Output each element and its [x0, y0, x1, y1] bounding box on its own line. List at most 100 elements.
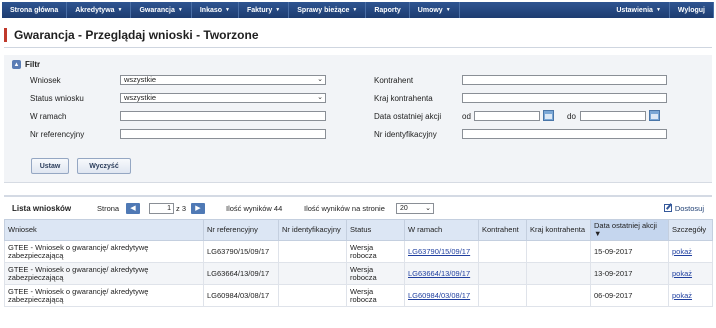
per-page-select[interactable]: 20 ⌄ — [396, 202, 434, 214]
caret-down-icon: ▼ — [655, 7, 661, 13]
kontrahent-input[interactable] — [462, 75, 667, 85]
nr-ident-input[interactable] — [462, 129, 667, 139]
nav-item-sprawy-biezace[interactable]: Sprawy bieżące ▼ — [289, 2, 367, 18]
nav-item-label: Ustawienia — [616, 6, 653, 14]
cell-status: Wersja robocza — [346, 284, 405, 307]
status-select[interactable]: wszystkie ⌄ — [120, 93, 326, 103]
column-header: Status — [346, 219, 405, 241]
status-value: wszystkie — [124, 93, 157, 102]
nr-ref-input[interactable] — [120, 129, 326, 139]
w-ramach-link[interactable]: LG63790/15/09/17 — [408, 247, 470, 256]
column-header: W ramach — [404, 219, 479, 241]
nav-item-label: Akredytywa — [75, 6, 115, 14]
next-page-icon[interactable]: ▶ — [191, 202, 205, 214]
nav-item-gwarancja[interactable]: Gwarancja ▼ — [131, 2, 192, 18]
nav-item-label: Raporty — [374, 6, 401, 14]
adjust-columns-button[interactable]: Dostosuj — [663, 204, 704, 213]
per-page-value: 20 — [400, 204, 408, 212]
table-body: GTEE - Wniosek o gwarancję/ akredytywę z… — [4, 240, 713, 307]
nr-ident-label: Nr identyfikacyjny — [374, 130, 437, 139]
caret-down-icon: ▼ — [445, 7, 451, 13]
date-from-label: od — [462, 112, 471, 121]
nav-item-umowy[interactable]: Umowy ▼ — [410, 2, 460, 18]
edit-icon — [663, 204, 672, 212]
column-header: Nr identyfikacyjny — [278, 219, 347, 241]
nav-item-label: Strona główna — [10, 6, 59, 14]
cell-kraj — [526, 284, 591, 307]
cell-szczegoly: pokaż — [668, 262, 713, 285]
wniosek-select[interactable]: wszystkie ⌄ — [120, 75, 326, 85]
table-row: GTEE - Wniosek o gwarancję/ akredytywę z… — [4, 262, 713, 285]
filter-header: ▲ Filtr — [4, 55, 712, 74]
cell-data: 13-09-2017 — [590, 262, 669, 285]
caret-down-icon: ▼ — [225, 7, 230, 13]
results-table: Wniosek Nr referencyjny Nr identyfikacyjny… — [4, 219, 713, 307]
caret-down-icon: ▼ — [275, 7, 281, 13]
nav-item-strona-glowna[interactable]: Strona główna — [2, 2, 68, 18]
details-link[interactable]: pokaż — [672, 247, 692, 256]
top-navigation: Strona główna Akredytywa ▼ Gwarancja ▼ Inkaso… — [2, 2, 714, 18]
prev-page-icon[interactable]: ◀ — [126, 202, 140, 214]
collapse-up-icon[interactable]: ▲ — [12, 60, 21, 69]
nav-item-inkaso[interactable]: Inkaso ▼ — [192, 2, 239, 18]
details-link[interactable]: pokaż — [672, 269, 692, 278]
cell-wniosek: GTEE - Wniosek o gwarancję/ akredytywę z… — [4, 284, 204, 307]
wniosek-value: wszystkie — [124, 75, 157, 84]
w-ramach-link[interactable]: LG63664/13/09/17 — [408, 269, 470, 278]
chevron-down-icon: ⌄ — [317, 94, 323, 101]
nav-item-raporty[interactable]: Raporty — [366, 2, 410, 18]
nav-item-akredytywa[interactable]: Akredytywa ▼ — [67, 2, 132, 18]
nav-item-label: Gwarancja — [139, 6, 175, 14]
w-ramach-input[interactable] — [120, 111, 326, 121]
page-label: Strona — [97, 203, 120, 213]
nav-item-label: Sprawy bieżące — [297, 6, 350, 14]
nav-right-group: Ustawienia ▼ Wyloguj — [608, 2, 714, 18]
cell-kraj — [526, 240, 591, 263]
cell-szczegoly: pokaż — [668, 284, 713, 307]
chevron-down-icon: ⌄ — [317, 76, 323, 83]
details-link[interactable]: pokaż — [672, 291, 692, 300]
date-to-input[interactable] — [580, 111, 646, 121]
chevron-down-icon: ⌄ — [425, 204, 431, 212]
cell-wniosek: GTEE - Wniosek o gwarancję/ akredytywę z… — [4, 262, 204, 285]
cell-data: 06-09-2017 — [590, 284, 669, 307]
data-label: Data ostatniej akcji — [374, 112, 442, 121]
caret-down-icon: ▼ — [177, 7, 183, 13]
calendar-icon[interactable] — [649, 110, 660, 121]
page-input[interactable]: 1 — [149, 202, 174, 214]
calendar-icon[interactable] — [543, 110, 554, 121]
column-header: Kontrahent — [478, 219, 527, 241]
nav-item-ustawienia[interactable]: Ustawienia ▼ — [608, 2, 670, 18]
cell-nr-ident — [278, 284, 347, 307]
nav-item-wyloguj[interactable]: Wyloguj — [670, 2, 714, 18]
nav-item-faktury[interactable]: Faktury ▼ — [239, 2, 290, 18]
kontrahent-label: Kontrahent — [374, 76, 414, 85]
caret-down-icon: ▼ — [117, 7, 123, 13]
w-ramach-label: W ramach — [30, 112, 67, 121]
date-from-input[interactable] — [474, 111, 540, 121]
nr-ref-label: Nr referencyjny — [30, 130, 85, 139]
nav-item-label: Inkaso — [199, 6, 223, 14]
cell-nr-ident — [278, 262, 347, 285]
table-row: GTEE - Wniosek o gwarancję/ akredytywę z… — [4, 284, 713, 307]
wniosek-label: Wniosek — [30, 76, 61, 85]
results-title: Lista wniosków — [12, 203, 72, 213]
date-to-label: do — [567, 112, 576, 121]
apply-filter-button[interactable]: Ustaw — [31, 158, 69, 174]
cell-kontrahent — [478, 240, 527, 263]
table-row: GTEE - Wniosek o gwarancję/ akredytywę z… — [4, 240, 713, 263]
kraj-input[interactable] — [462, 93, 667, 103]
cell-nr-ref: LG63664/13/09/17 — [203, 262, 279, 285]
nav-left-group: Strona główna Akredytywa ▼ Gwarancja ▼ Inkaso… — [2, 2, 460, 18]
w-ramach-link[interactable]: LG60984/03/08/17 — [408, 291, 470, 300]
cell-nr-ref: LG60984/03/08/17 — [203, 284, 279, 307]
clear-filter-button[interactable]: Wyczyść — [77, 158, 131, 174]
cell-kraj — [526, 262, 591, 285]
cell-wniosek: GTEE - Wniosek o gwarancję/ akredytywę z… — [4, 240, 204, 263]
results-section: Lista wniosków Strona ◀ 1 z 3 ▶ Ilość wy… — [4, 195, 713, 307]
column-header[interactable]: Data ostatniej akcji ▼ — [590, 219, 669, 241]
nav-item-label: Umowy — [417, 6, 443, 14]
result-count: Ilość wyników 44 — [226, 203, 283, 213]
filter-panel: ▲ Filtr Wniosek wszystkie ⌄ Status wnios… — [4, 55, 712, 183]
status-label: Status wniosku — [30, 94, 84, 103]
